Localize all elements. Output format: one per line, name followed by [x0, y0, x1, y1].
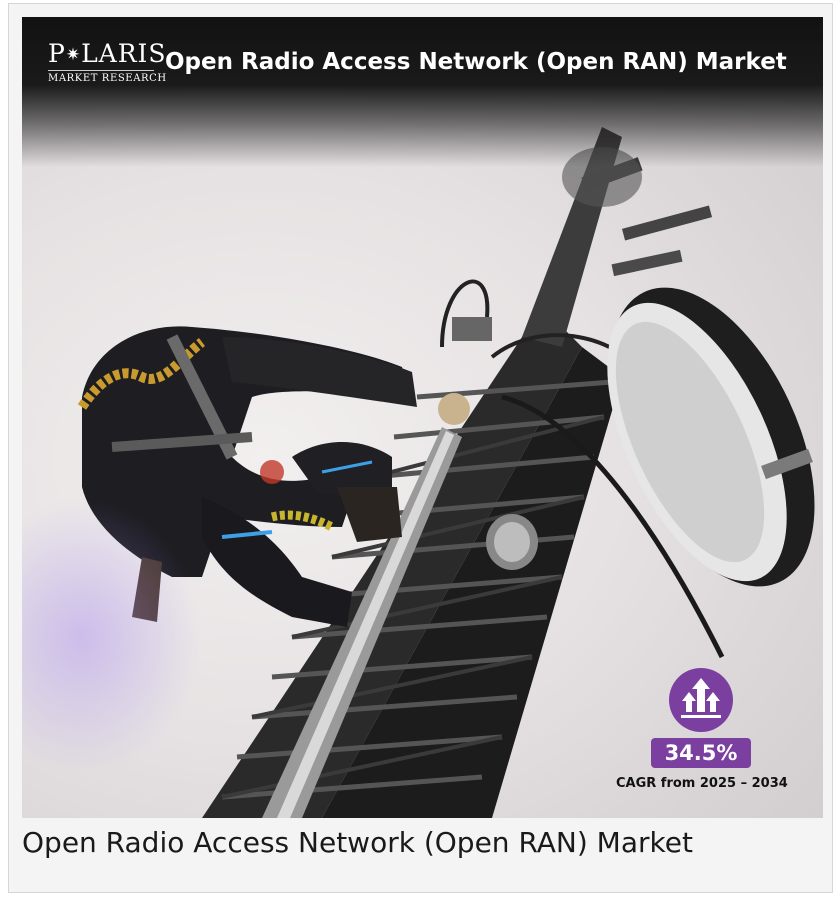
cagr-value-badge: 34.5% [651, 738, 751, 768]
title-banner: P✷LARIS MARKET RESEARCH Open Radio Acces… [22, 17, 823, 167]
growth-arrows-icon [669, 668, 733, 732]
polaris-logo: P✷LARIS MARKET RESEARCH [48, 41, 167, 84]
star-icon: ✷ [65, 45, 82, 65]
logo-divider [48, 70, 154, 71]
logo-subtitle: MARKET RESEARCH [48, 73, 167, 84]
banner-title: Open Radio Access Network (Open RAN) Mar… [165, 49, 787, 75]
purple-light-glow [22, 497, 202, 777]
cagr-label: CAGR from 2025 – 2034 [616, 776, 788, 791]
image-caption: Open Radio Access Network (Open RAN) Mar… [22, 826, 693, 859]
image-card: P✷LARIS MARKET RESEARCH Open Radio Acces… [8, 3, 833, 893]
market-report-image[interactable]: P✷LARIS MARKET RESEARCH Open Radio Acces… [22, 17, 823, 818]
logo-wordmark: P✷LARIS [48, 39, 167, 68]
